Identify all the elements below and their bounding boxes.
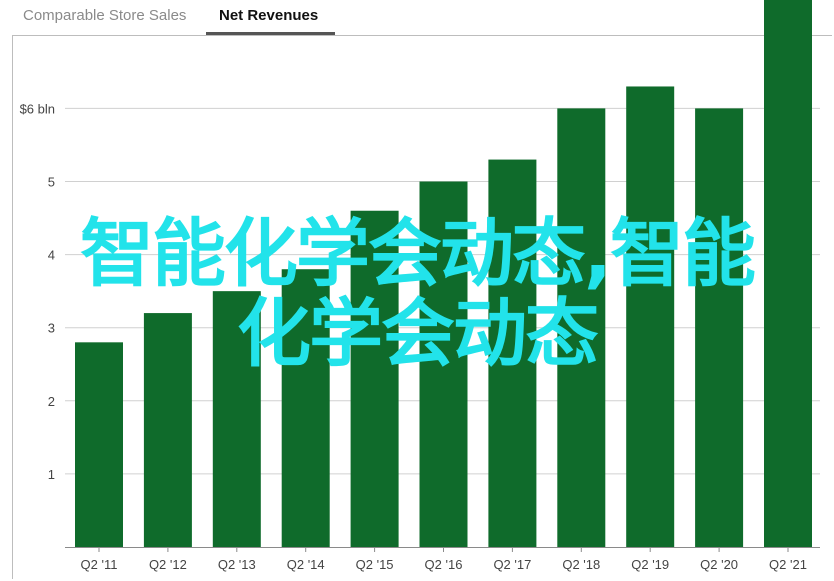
bar [626,86,675,547]
x-tick-label: Q2 '15 [356,557,394,572]
x-tick-label: Q2 '19 [631,557,669,572]
bar [143,313,192,547]
bar [695,108,744,548]
y-tick-label: 3 [48,321,55,336]
bar [488,159,537,547]
bar [75,342,123,547]
x-tick-label: Q2 '13 [218,557,256,572]
x-tick-label: Q2 '20 [700,557,738,572]
y-tick-label: 5 [48,175,55,190]
bar-chart: 1 2 3 4 5 $6 bln Q2 '11 Q2 '12 Q2 '13 Q2 '14 Q2 '1… [20,0,820,572]
bar [764,0,812,547]
y-tick-label: 4 [48,248,55,263]
bar [557,108,606,548]
bar [350,210,399,548]
bar [281,269,330,547]
bar [419,181,468,547]
x-tick-label: Q2 '17 [493,557,531,572]
bar [212,291,261,547]
x-tick-label: Q2 '12 [149,557,187,572]
y-tick-label: $6 bln [20,101,55,116]
x-tick-label: Q2 '16 [425,557,463,572]
y-tick-label: 2 [48,394,55,409]
y-tick-label: 1 [48,467,55,482]
x-tick-label: Q2 '11 [81,557,118,572]
x-tick-label: Q2 '21 [769,557,807,572]
x-tick-label: Q2 '14 [287,557,325,572]
x-tick-label: Q2 '18 [562,557,600,572]
